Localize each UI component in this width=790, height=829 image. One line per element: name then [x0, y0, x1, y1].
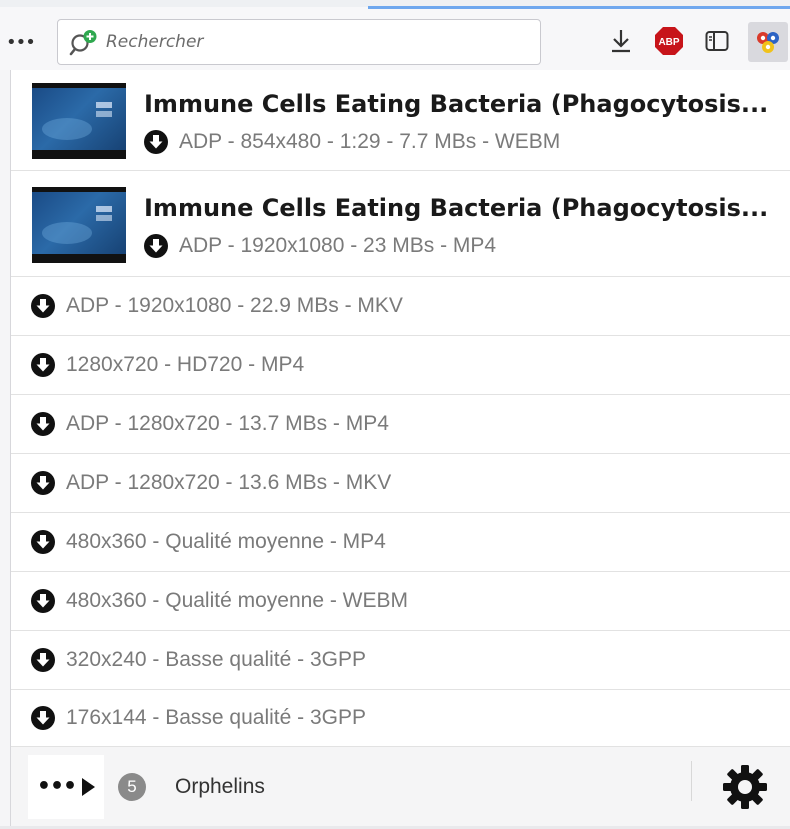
sidebar-icon: [705, 31, 729, 51]
variant-row[interactable]: 1280x720 - HD720 - MP4: [11, 336, 790, 395]
search-icon: [69, 30, 97, 56]
video-default-variant[interactable]: ADP - 854x480 - 1:29 - 7.7 MBs - WEBM: [144, 130, 560, 154]
overflow-menu-button[interactable]: •••: [6, 34, 36, 52]
browser-toolbar: ••• ABP: [0, 0, 790, 70]
more-actions-button[interactable]: •••: [28, 755, 104, 819]
variant-label: ADP - 1920x1080 - 22.9 MBs - MKV: [66, 294, 403, 317]
search-input[interactable]: [106, 27, 526, 57]
download-circle-icon: [31, 412, 55, 436]
download-circle-icon: [31, 589, 55, 613]
video-default-variant[interactable]: ADP - 1920x1080 - 23 MBs - MP4: [144, 234, 496, 258]
variant-label: 1280x720 - HD720 - MP4: [66, 353, 305, 376]
video-entry[interactable]: Immune Cells Eating Bacteria (Phagocytos…: [11, 70, 790, 171]
variant-label: 320x240 - Basse qualité - 3GPP: [66, 648, 367, 671]
footer-divider: [691, 761, 692, 801]
download-circle-icon: [31, 648, 55, 672]
variant-label: ADP - 1280x720 - 13.7 MBs - MP4: [66, 412, 389, 435]
variant-label: 480x360 - Qualité moyenne - MP4: [66, 530, 386, 553]
download-circle-icon: [144, 130, 168, 154]
sidebar-button[interactable]: [700, 24, 734, 58]
variant-row[interactable]: 176x144 - Basse qualité - 3GPP: [11, 690, 790, 747]
variant-label: 176x144 - Basse qualité - 3GPP: [66, 706, 367, 729]
variant-label: 480x360 - Qualité moyenne - WEBM: [66, 589, 408, 612]
variant-row[interactable]: 320x240 - Basse qualité - 3GPP: [11, 631, 790, 690]
svg-text:ABP: ABP: [658, 37, 679, 48]
variant-row[interactable]: 480x360 - Qualité moyenne - WEBM: [11, 572, 790, 631]
download-circle-icon: [31, 353, 55, 377]
gear-icon[interactable]: [721, 763, 769, 811]
download-circle-icon: [31, 706, 55, 730]
more-dots: •••: [36, 774, 77, 799]
variant-label: ADP - 1280x720 - 13.6 MBs - MKV: [66, 471, 392, 494]
video-thumbnail: [32, 83, 126, 159]
video-download-helper-button[interactable]: [748, 22, 788, 62]
downloads-button[interactable]: [604, 24, 638, 58]
download-arrow-icon: [612, 30, 630, 53]
video-entry[interactable]: Immune Cells Eating Bacteria (Phagocytos…: [11, 171, 790, 277]
adblock-button[interactable]: ABP: [652, 24, 686, 58]
play-arrow-icon: [82, 778, 96, 796]
variant-row[interactable]: ADP - 1920x1080 - 22.9 MBs - MKV: [11, 277, 790, 336]
orphans-link[interactable]: Orphelins: [175, 775, 265, 799]
browser-window: ••• ABP: [0, 0, 790, 829]
variant-row[interactable]: 480x360 - Qualité moyenne - MP4: [11, 513, 790, 572]
abp-icon: ABP: [655, 27, 683, 55]
active-tab-indicator: [368, 6, 790, 9]
search-box[interactable]: [57, 19, 541, 65]
video-thumbnail: [32, 187, 126, 263]
download-circle-icon: [31, 294, 55, 318]
variant-label: ADP - 1920x1080 - 23 MBs - MP4: [179, 234, 497, 257]
popup-footer: ••• 5 Orphelins: [11, 747, 790, 826]
vdh-extension-icon: [757, 32, 779, 53]
variant-label: ADP - 854x480 - 1:29 - 7.7 MBs - WEBM: [179, 130, 561, 153]
video-download-popup: Immune Cells Eating Bacteria (Phagocytos…: [10, 70, 790, 826]
video-title: Immune Cells Eating Bacteria (Phagocytos…: [144, 194, 769, 222]
variant-row[interactable]: ADP - 1280x720 - 13.7 MBs - MP4: [11, 395, 790, 454]
variant-row[interactable]: ADP - 1280x720 - 13.6 MBs - MKV: [11, 454, 790, 513]
download-circle-icon: [144, 234, 168, 258]
download-circle-icon: [31, 471, 55, 495]
orphans-count-badge[interactable]: 5: [118, 773, 146, 801]
video-title: Immune Cells Eating Bacteria (Phagocytos…: [144, 90, 769, 118]
download-circle-icon: [31, 530, 55, 554]
